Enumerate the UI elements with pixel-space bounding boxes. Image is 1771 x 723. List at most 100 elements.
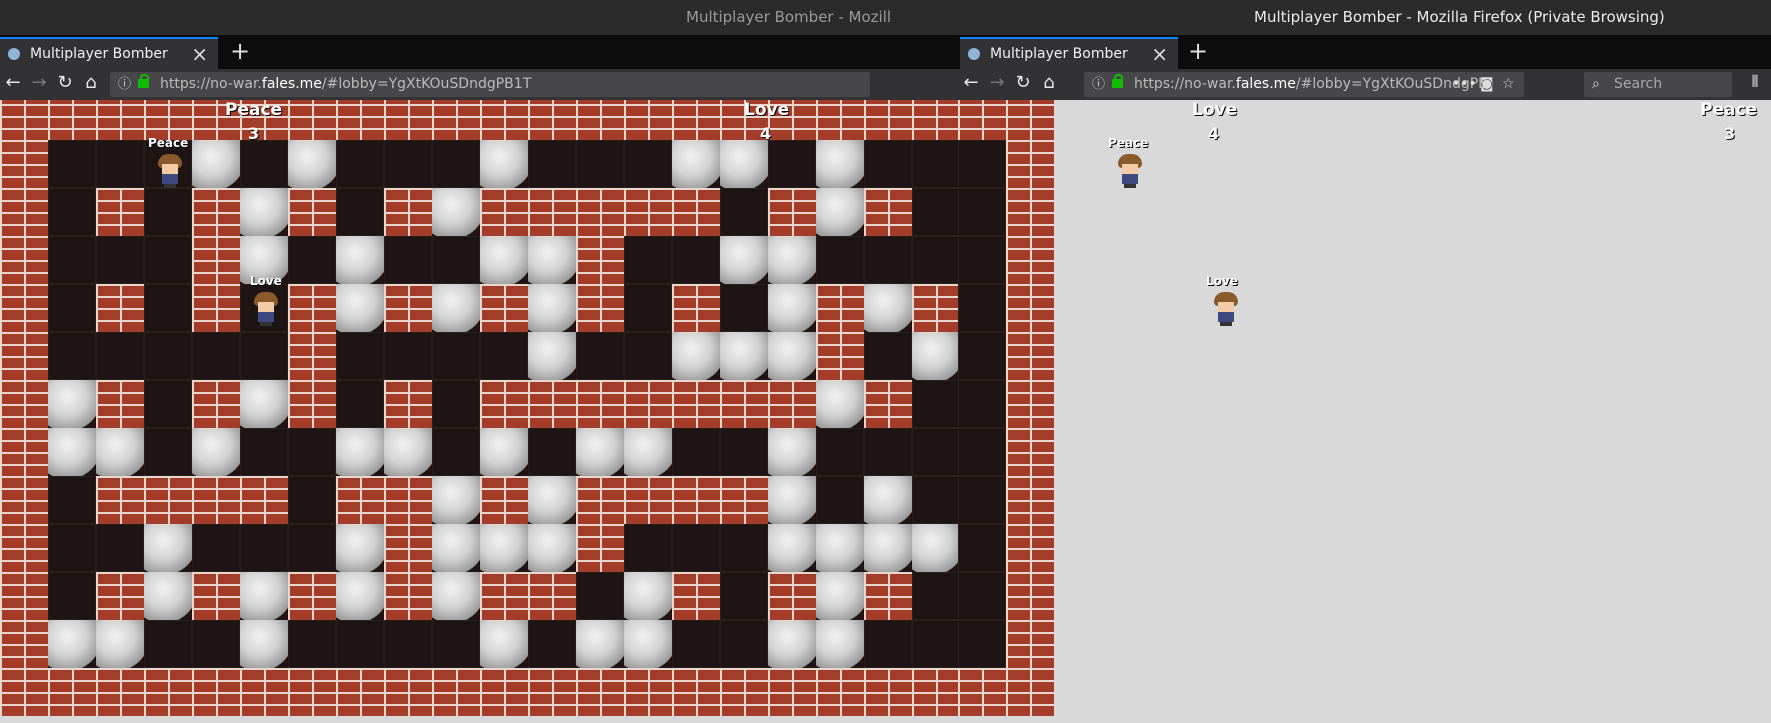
brick-wall-tile: [144, 100, 192, 140]
brick-wall-tile: [288, 284, 336, 332]
new-tab-button[interactable]: +: [1188, 37, 1208, 65]
floor-tile: [192, 332, 240, 380]
floor-tile: [672, 620, 720, 668]
brick-wall-tile: [1006, 572, 1054, 620]
brick-wall-tile: [480, 284, 528, 332]
floor-tile: [958, 620, 1006, 668]
brick-wall-tile: [384, 284, 432, 332]
floor-tile: [144, 188, 192, 236]
reload-icon[interactable]: ↻: [1012, 72, 1034, 93]
brick-wall-tile: [576, 100, 624, 140]
floor-tile: [958, 140, 1006, 188]
back-arrow-icon[interactable]: ←: [960, 72, 982, 93]
floor-tile: [624, 284, 672, 332]
bookmark-star-icon[interactable]: ☆: [1502, 72, 1515, 97]
floor-tile: [624, 140, 672, 188]
brick-wall-tile: [768, 188, 816, 236]
lock-icon: [138, 74, 149, 88]
close-tab-icon[interactable]: ×: [1151, 42, 1168, 66]
stone-block-tile: [720, 332, 768, 380]
brick-wall-tile: [768, 668, 816, 716]
floor-tile: [864, 140, 912, 188]
pocket-icon[interactable]: ◙: [1480, 72, 1494, 97]
close-tab-icon[interactable]: ×: [191, 42, 208, 66]
brick-wall-tile: [144, 668, 192, 716]
floor-tile: [864, 620, 912, 668]
floor-tile: [912, 572, 958, 620]
stone-block-tile: [240, 188, 288, 236]
brick-wall-tile: [48, 100, 96, 140]
floor-tile: [672, 524, 720, 572]
tab-multiplayer-bomber[interactable]: Multiplayer Bomber ×: [0, 37, 218, 69]
floor-tile: [432, 140, 480, 188]
stone-block-tile: [912, 332, 958, 380]
stone-block-tile: [240, 380, 288, 428]
floor-tile: [48, 572, 96, 620]
browser-window-left: Multiplayer Bomber - Mozill Multiplayer …: [0, 0, 959, 723]
floor-tile: [96, 524, 144, 572]
brick-wall-tile: [0, 572, 48, 620]
stone-block-tile: [240, 620, 288, 668]
stone-block-tile: [288, 140, 336, 188]
floor-tile: [958, 428, 1006, 476]
hud-player-name: Peace: [225, 100, 283, 120]
floor-tile: [958, 284, 1006, 332]
floor-tile: [528, 428, 576, 476]
favicon-icon: [968, 48, 980, 60]
stone-block-tile: [432, 572, 480, 620]
brick-wall-tile: [1006, 188, 1054, 236]
floor-tile: [144, 284, 192, 332]
search-placeholder: Search: [1614, 76, 1663, 92]
floor-tile: [48, 140, 96, 188]
forward-arrow-icon[interactable]: →: [28, 72, 50, 93]
home-icon[interactable]: ⌂: [1038, 72, 1060, 93]
stone-block-tile: [336, 524, 384, 572]
brick-wall-tile: [864, 380, 912, 428]
site-info-icon[interactable]: ⓘ: [118, 72, 131, 97]
stone-block-tile: [768, 428, 816, 476]
floor-tile: [384, 620, 432, 668]
stone-block-tile: [816, 620, 864, 668]
stone-block-tile: [480, 428, 528, 476]
floor-tile: [384, 236, 432, 284]
brick-wall-tile: [864, 100, 912, 140]
brick-wall-tile: [192, 188, 240, 236]
hud-player-name: Love: [1192, 100, 1238, 120]
stone-block-tile: [528, 236, 576, 284]
site-info-icon[interactable]: ⓘ: [1092, 72, 1105, 97]
home-icon[interactable]: ⌂: [80, 72, 102, 93]
search-box[interactable]: ⌕ Search: [1584, 72, 1732, 97]
brick-wall-tile: [672, 284, 720, 332]
stone-block-tile: [240, 572, 288, 620]
brick-wall-tile: [0, 476, 48, 524]
brick-wall-tile: [240, 476, 288, 524]
brick-wall-tile: [480, 188, 528, 236]
player-sprite-peace: [1116, 154, 1144, 188]
game-board: Peace 3 Love 4 Peace Love: [0, 100, 958, 723]
stone-block-tile: [336, 236, 384, 284]
url-text[interactable]: https://no-war.fales.me/#lobby=YgXtKOuSD…: [160, 72, 531, 97]
back-arrow-icon[interactable]: ←: [2, 72, 24, 93]
brick-wall-tile: [96, 380, 144, 428]
stone-block-tile: [576, 428, 624, 476]
url-bar[interactable]: ⓘ https://no-war.fales.me/#lobby=YgXtKOu…: [1084, 72, 1524, 97]
library-icon[interactable]: ⫴: [1744, 72, 1766, 92]
stone-block-tile: [480, 236, 528, 284]
url-text[interactable]: https://no-war.fales.me/#lobby=YgXtKOuSD…: [1134, 72, 1488, 97]
page-actions-icon[interactable]: •••: [1452, 72, 1477, 97]
brick-wall-tile: [0, 428, 48, 476]
forward-arrow-icon[interactable]: →: [986, 72, 1008, 93]
stone-block-tile: [96, 620, 144, 668]
floor-tile: [96, 140, 144, 188]
brick-wall-tile: [528, 572, 576, 620]
brick-wall-tile: [624, 188, 672, 236]
stone-block-tile: [768, 284, 816, 332]
reload-icon[interactable]: ↻: [54, 72, 76, 93]
brick-wall-tile: [0, 140, 48, 188]
brick-wall-tile: [576, 668, 624, 716]
new-tab-button[interactable]: +: [230, 37, 250, 65]
brick-wall-tile: [1006, 100, 1054, 140]
stone-block-tile: [624, 620, 672, 668]
url-bar[interactable]: ⓘ https://no-war.fales.me/#lobby=YgXtKOu…: [110, 72, 870, 97]
tab-multiplayer-bomber[interactable]: Multiplayer Bomber ×: [960, 37, 1178, 69]
